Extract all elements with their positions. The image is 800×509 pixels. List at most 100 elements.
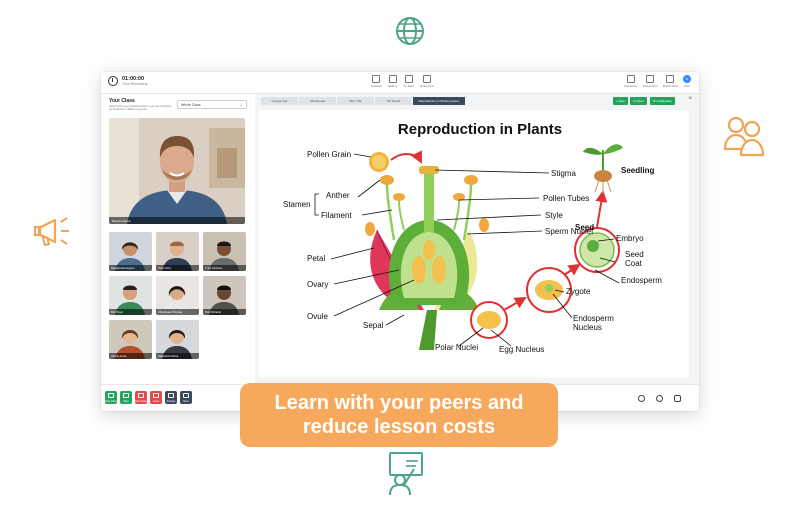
label-filament: Filament [321,211,352,220]
participant-name: Bob Boyer [109,309,152,315]
participants-icon[interactable] [674,395,681,402]
layout-switcher: Fullview Gallery Tri-Row Quad Row [371,75,434,88]
megaphone-icon [33,217,69,247]
stop-share-button[interactable]: Stop Share [135,391,147,404]
label-seed-coat: Seed Coat [625,250,644,268]
tagline-line-2: reduce lesson costs [302,416,496,438]
participant-tile[interactable]: Nakeisha Kirkova [156,320,199,359]
timer-label: Time Remaining [122,82,148,86]
label-endosperm: Endosperm [621,276,662,285]
label-polar-nuclei: Polar Nuclei [435,343,479,352]
help-icon[interactable] [638,395,645,402]
label-embryo: Embryo [616,234,644,243]
class-description: Select with your optional class to see t… [109,104,172,112]
gear-icon [168,393,174,398]
board-view-button[interactable]: Board View [663,75,678,88]
calculator-button[interactable]: Calculator [624,75,638,88]
quad-row-icon [422,75,431,83]
label-ovule: Ovule [307,312,328,321]
participant-name: Nakeisha Kirkova [156,353,199,359]
leave-icon [153,393,159,398]
label-stamen: Stamen [283,200,311,209]
more-button[interactable]: More [180,391,192,404]
label-sepal: Sepal [363,321,384,330]
content-area: Garage Fair Whiteboard Slim Title 3rd Gr… [255,94,699,384]
content-tabs: Garage Fair Whiteboard Slim Title 3rd Gr… [261,97,466,105]
participant-name: Natasha Dominguez [109,265,152,271]
participant-tile[interactable]: Thom Kirby [156,232,199,271]
class-select-value: Whole Class [181,103,201,107]
participant-tile[interactable]: T-Jay Karlsson [203,232,246,271]
calculator-icon [626,75,635,83]
main-video-name: David Lawson [109,217,245,224]
globe-icon [396,17,424,45]
settings-button[interactable]: Settings [165,391,177,404]
label-pollen-grain: Pollen Grain [307,150,352,159]
teacher-board-icon [389,452,423,496]
class-select[interactable]: Whole Class ⌄ [177,100,247,109]
layout-trirow-button[interactable]: Tri-Row [403,75,414,88]
layout-quadrow-button[interactable]: Quad Row [420,75,434,88]
tab-slim-title[interactable]: Slim Title [337,97,374,105]
teacher-video-feed [109,118,245,224]
layout-gallery-button[interactable]: Gallery [388,75,397,88]
label-seed: Seed [575,223,595,232]
tri-row-icon [404,75,413,83]
chat-icon[interactable] [656,395,663,402]
label-seedling: Seedling [621,166,655,175]
main-video[interactable]: David Lawson [109,118,245,224]
participant-name: Tom Richards [203,309,246,315]
tab-whiteboard[interactable]: Whiteboard [299,97,336,105]
tab-reproduction-in-plants[interactable]: Reproduction in Plants Lesson [413,97,465,105]
fullview-icon [372,75,381,83]
participant-tile[interactable]: Chris Evans Thomas [156,276,199,315]
label-style: Style [545,211,563,220]
board-icon [666,75,675,83]
collaborate-button[interactable]: ⊕ Collaborate [650,97,675,105]
clock-icon [108,76,118,86]
new-button[interactable]: + New [613,97,628,105]
participant-name: T-Jay Karlsson [203,265,246,271]
mute-button[interactable]: Mute [120,391,132,404]
label-zygote: Zygote [566,287,591,296]
people-icon [723,116,765,157]
gallery-icon [388,75,397,83]
tab-garage-fair[interactable]: Garage Fair [261,97,298,105]
tagline-banner: Learn with your peers and reduce lesson … [240,383,558,447]
microphone-icon [123,393,129,398]
right-toolbar: Calculator Screenshot Board View U User [624,75,691,88]
class-sidebar: Your Class Select with your optional cla… [101,94,255,384]
video-icon [108,393,114,398]
lesson-slide[interactable]: Reproduction in Plants Pollen Grain Stig… [259,110,689,378]
participant-tile[interactable]: Bob Boyer [109,276,152,315]
label-ovary: Ovary [307,280,329,289]
slide-title: Reproduction in Plants [397,121,563,138]
tagline-line-1: Learn with your peers and [274,392,524,414]
label-pollen-tubes: Pollen Tubes [543,194,590,203]
user-menu[interactable]: U User [683,75,691,88]
participant-tile[interactable]: Natasha Dominguez [109,232,152,271]
open-button[interactable]: ⊙ Open [630,97,647,105]
layout-fullview-button[interactable]: Fullview [371,75,382,88]
label-anther: Anther [326,191,350,200]
participant-name: Thom Kirby [156,265,199,271]
stop-video-button[interactable]: Stop Video [105,391,117,404]
more-icon [183,393,189,398]
participant-name: Ali Kay Annie [109,353,152,359]
label-stigma: Stigma [551,169,576,178]
session-timer: 01:00:00 Time Remaining [108,76,147,86]
participant-tile[interactable]: Tom Richards [203,276,246,315]
close-icon[interactable]: × [688,96,692,102]
participant-name: Chris Evans Thomas [156,309,199,315]
chevron-down-icon: ⌄ [239,102,243,107]
tab-3rd-grade[interactable]: 3rd Grade [375,97,412,105]
label-petal: Petal [307,254,326,263]
camera-icon [646,75,655,83]
app-window: 01:00:00 Time Remaining Fullview Gallery… [101,72,699,411]
leave-button[interactable]: Leave [150,391,162,404]
avatar: U [683,75,691,83]
participant-tile[interactable]: Ali Kay Annie [109,320,152,359]
label-egg-nucleus: Egg Nucleus [499,345,545,354]
screenshot-button[interactable]: Screenshot [643,75,658,88]
share-icon [138,393,144,398]
